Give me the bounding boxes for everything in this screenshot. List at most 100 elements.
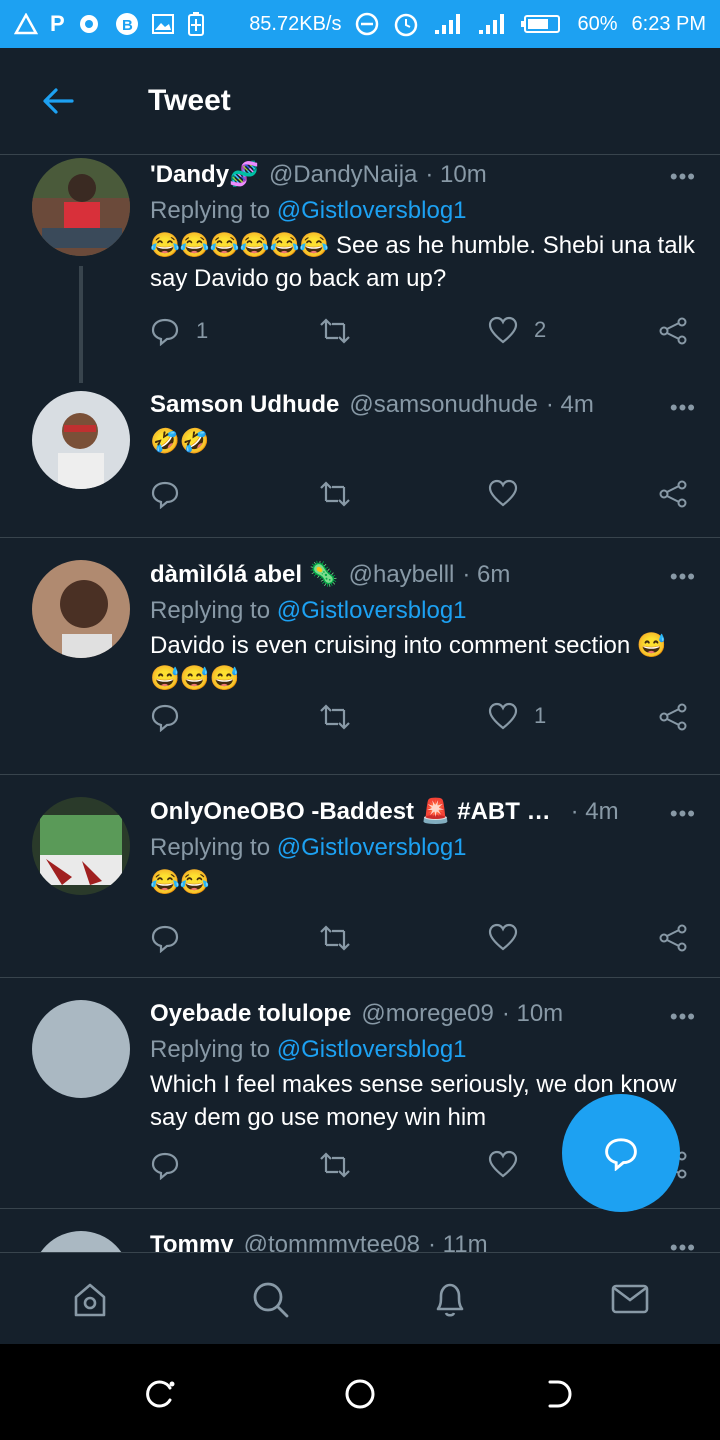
mention-link[interactable]: @Gistloversblog1: [277, 834, 467, 861]
avatar[interactable]: [32, 560, 130, 658]
warning-icon: [14, 13, 38, 35]
timestamp: · 6m: [462, 560, 511, 588]
share-button[interactable]: [658, 923, 688, 953]
alarm-icon: [395, 13, 418, 37]
retweet-icon: [320, 1152, 350, 1178]
tweet-actions: [150, 479, 696, 519]
replying-to: Replying to @Gistloversblog1: [150, 597, 696, 625]
timestamp: · 10m: [501, 1000, 564, 1027]
retweet-button[interactable]: [318, 479, 352, 509]
more-options-button[interactable]: •••: [670, 1004, 696, 1030]
display-name[interactable]: Tommy: [150, 1231, 234, 1252]
tweet-text: 😂😂😂😂😂😂 See as he humble. Shebi una talk …: [150, 232, 695, 292]
retweet-button[interactable]: [318, 1150, 352, 1180]
tab-home[interactable]: [70, 1279, 110, 1319]
mention-link[interactable]: @Gistloversblog1: [277, 197, 467, 224]
display-name[interactable]: dàmìlólá abel 🦠: [150, 560, 339, 589]
retweet-icon: [320, 925, 350, 951]
retweet-icon: [320, 318, 350, 344]
timestamp: · 10m: [425, 160, 487, 188]
back-nav-icon: [548, 1380, 572, 1408]
avatar[interactable]: [32, 158, 130, 256]
like-button[interactable]: [488, 479, 518, 507]
tab-notifications[interactable]: [430, 1279, 470, 1319]
retweet-button[interactable]: [318, 316, 352, 346]
heart-icon: [488, 479, 518, 507]
back-arrow-icon: [43, 88, 74, 114]
handle[interactable]: @samsonudhude: [349, 391, 537, 419]
reply-bubble-icon: [605, 1138, 637, 1171]
timestamp: · 4m: [570, 797, 619, 825]
mention-link[interactable]: @Gistloversblog1: [277, 1036, 467, 1063]
handle[interactable]: @morege09: [361, 1000, 493, 1028]
avatar[interactable]: [32, 797, 130, 895]
like-count: 2: [534, 317, 547, 342]
share-button[interactable]: [658, 316, 688, 346]
retweet-button[interactable]: [318, 923, 352, 953]
svg-text:B: B: [122, 17, 133, 34]
display-name[interactable]: OnlyOneOBO -Baddest 🚨 #ABT …: [150, 797, 551, 826]
avatar[interactable]: [32, 1000, 130, 1098]
p-icon: P: [50, 11, 65, 36]
home-icon: [74, 1283, 106, 1317]
share-button[interactable]: [658, 479, 688, 509]
like-button[interactable]: [488, 923, 518, 951]
reply-button[interactable]: 1: [150, 316, 208, 346]
retweet-button[interactable]: [318, 702, 352, 732]
display-name[interactable]: Samson Udhude: [150, 391, 339, 419]
back-nav-button[interactable]: [542, 1376, 578, 1412]
display-name[interactable]: 'Dandy🧬: [150, 160, 259, 189]
more-options-button[interactable]: •••: [670, 395, 696, 421]
reply-icon: [151, 318, 179, 346]
more-options-button[interactable]: •••: [670, 1235, 696, 1252]
tweet[interactable]: OnlyOneOBO -Baddest 🚨 #ABT … · 4m ••• Re…: [0, 775, 720, 978]
notifications-icon: [436, 1283, 464, 1317]
reply-button[interactable]: [150, 1150, 180, 1180]
tweet-text: 😂😂: [150, 869, 210, 896]
tweet[interactable]: Tommy @tommmytee08 · 11m •••: [0, 1209, 720, 1252]
timestamp: · 4m: [545, 391, 594, 418]
display-name[interactable]: Oyebade tolulope: [150, 1000, 351, 1028]
retweet-icon: [320, 704, 350, 730]
more-options-button[interactable]: •••: [670, 801, 696, 827]
handle[interactable]: @haybelll: [349, 561, 455, 589]
reply-button[interactable]: [150, 923, 180, 953]
timestamp: · 11m: [428, 1231, 488, 1252]
clock: 6:23 PM: [631, 12, 706, 35]
share-icon: [659, 317, 687, 345]
recents-button[interactable]: [142, 1376, 178, 1412]
like-button[interactable]: [488, 1150, 518, 1178]
reply-button[interactable]: [150, 702, 180, 732]
tab-messages[interactable]: [610, 1279, 650, 1319]
back-button[interactable]: [28, 71, 88, 131]
heart-icon: [488, 1150, 518, 1178]
tweet[interactable]: 'Dandy🧬 @DandyNaija · 10m ••• Replying t…: [0, 156, 720, 383]
battery-saver-icon: [187, 12, 204, 36]
more-options-button[interactable]: •••: [670, 564, 696, 590]
handle[interactable]: @DandyNaija: [269, 161, 417, 189]
compose-reply-button[interactable]: [562, 1094, 680, 1212]
reply-button[interactable]: [150, 479, 180, 509]
status-bar: P B 85.72KB/s 60% 6:23 PM: [0, 0, 720, 48]
more-options-button[interactable]: •••: [670, 164, 696, 190]
avatar[interactable]: [32, 1231, 130, 1252]
tweet[interactable]: dàmìlólá abel 🦠 @haybelll · 6m ••• Reply…: [0, 538, 720, 775]
replying-to: Replying to @Gistloversblog1: [150, 834, 696, 862]
reply-feed[interactable]: 'Dandy🧬 @DandyNaija · 10m ••• Replying t…: [0, 156, 720, 1252]
gallery-icon: [151, 14, 174, 34]
replying-to-prefix: Replying to: [150, 597, 277, 624]
tab-search[interactable]: [250, 1279, 290, 1319]
tweet[interactable]: Samson Udhude @samsonudhude · 4m ••• 🤣🤣: [0, 383, 720, 538]
heart-icon: [488, 923, 518, 951]
share-button[interactable]: [658, 702, 688, 732]
avatar[interactable]: [32, 391, 130, 489]
like-button[interactable]: 2: [488, 316, 546, 344]
reply-icon: [151, 1152, 179, 1180]
handle[interactable]: @tommmytee08: [244, 1231, 420, 1252]
battery-percent: 60%: [577, 12, 618, 35]
mention-link[interactable]: @Gistloversblog1: [277, 597, 467, 624]
home-nav-button[interactable]: [342, 1376, 378, 1412]
reply-icon: [151, 481, 179, 509]
replying-to-prefix: Replying to: [150, 1036, 277, 1063]
like-button[interactable]: 1: [488, 702, 546, 730]
